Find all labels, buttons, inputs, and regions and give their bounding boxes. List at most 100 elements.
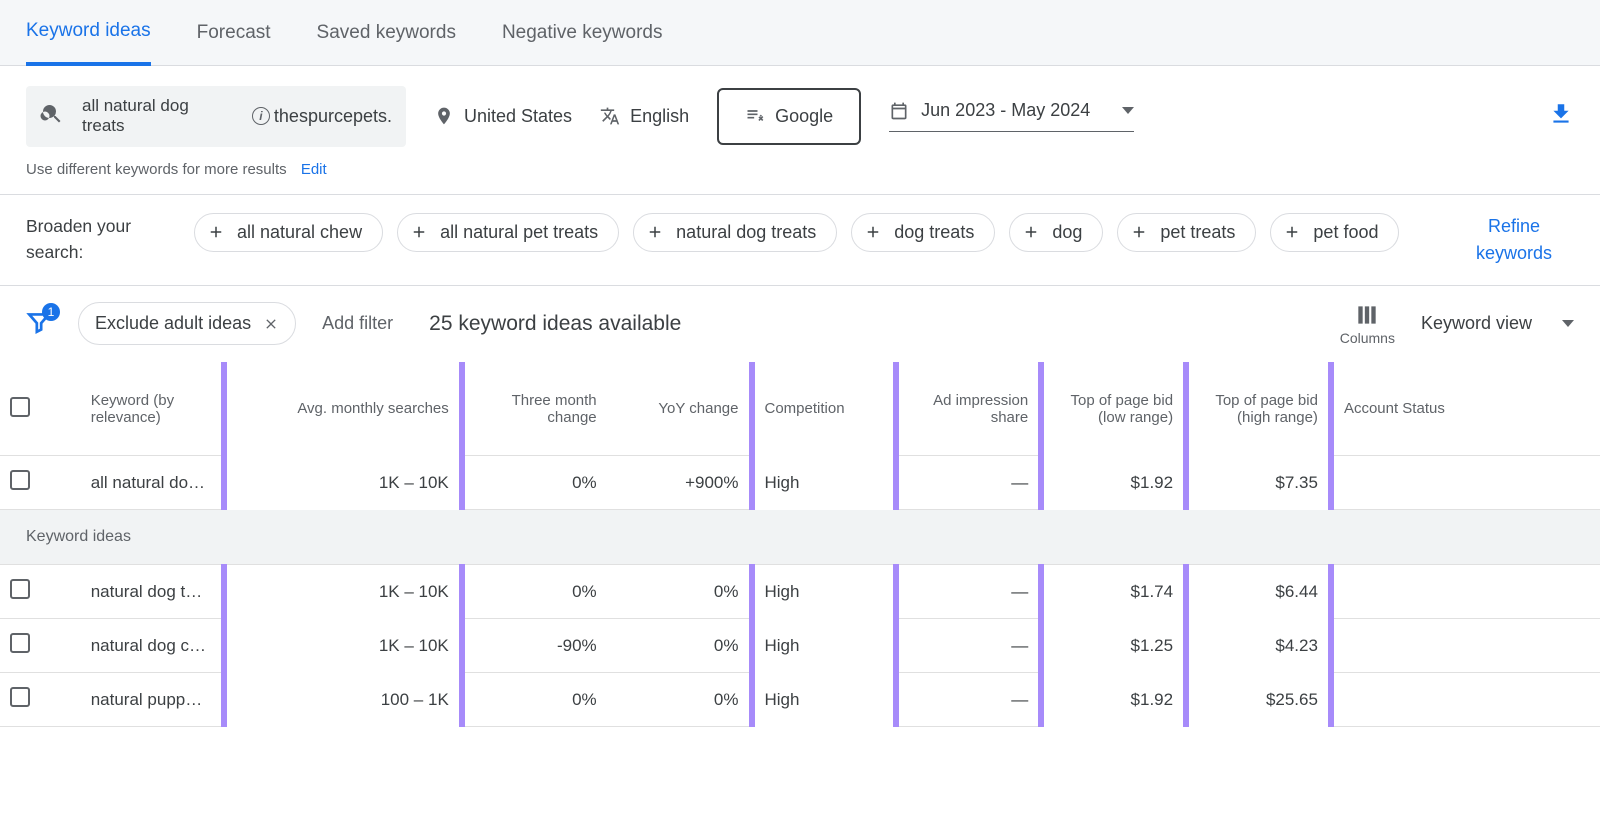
close-icon[interactable] <box>263 316 279 332</box>
tab-negative-keywords[interactable]: Negative keywords <box>502 2 663 64</box>
col-keyword[interactable]: Keyword (by relevance) <box>81 362 224 456</box>
chip-label: pet treats <box>1160 222 1235 243</box>
download-button[interactable] <box>1548 101 1574 131</box>
network-label: Google <box>775 106 833 127</box>
keywords-table: Keyword (by relevance) Avg. monthly sear… <box>0 362 1600 728</box>
col-yoy[interactable]: YoY change <box>607 362 752 456</box>
tab-keyword-ideas[interactable]: Keyword ideas <box>26 0 151 66</box>
col-avg-searches[interactable]: Avg. monthly searches <box>224 362 462 456</box>
network-selector[interactable]: Google <box>717 88 861 145</box>
broaden-chips: all natural chew all natural pet treats na… <box>194 213 1426 252</box>
location-icon <box>434 106 454 126</box>
account-status-cell <box>1331 673 1600 727</box>
three-month-cell: -90% <box>462 619 607 673</box>
translate-icon <box>600 106 620 126</box>
competition-cell: High <box>752 565 897 619</box>
broaden-chip[interactable]: pet food <box>1270 213 1399 252</box>
yoy-cell: +900% <box>607 456 752 510</box>
broaden-chip[interactable]: dog <box>1009 213 1103 252</box>
impression-cell: — <box>896 456 1041 510</box>
competition-cell: High <box>752 456 897 510</box>
search-icon <box>40 102 64 130</box>
yoy-cell: 0% <box>607 565 752 619</box>
columns-button[interactable]: Columns <box>1340 302 1395 346</box>
col-competition[interactable]: Competition <box>752 362 897 456</box>
impression-cell: — <box>896 619 1041 673</box>
top-tabs: Keyword ideas Forecast Saved keywords Ne… <box>0 0 1600 66</box>
location-selector[interactable]: United States <box>434 106 572 127</box>
bid-low-cell: $1.25 <box>1041 619 1186 673</box>
tab-forecast[interactable]: Forecast <box>197 2 271 64</box>
bid-high-cell: $6.44 <box>1186 565 1331 619</box>
table-row[interactable]: natural dog c…1K – 10K-90%0%High—$1.25$4… <box>0 619 1600 673</box>
edit-link[interactable]: Edit <box>301 161 327 178</box>
select-all-checkbox[interactable] <box>10 397 30 417</box>
search-input[interactable]: all natural dog treats <box>82 96 234 137</box>
competition-cell: High <box>752 619 897 673</box>
three-month-cell: 0% <box>462 565 607 619</box>
site-filter[interactable]: i thespurcepets. <box>252 106 392 127</box>
site-label: thespurcepets. <box>274 106 392 127</box>
tab-saved-keywords[interactable]: Saved keywords <box>317 2 456 64</box>
row-checkbox[interactable] <box>10 687 30 707</box>
hint-text: Use different keywords for more results <box>26 161 287 178</box>
language-selector[interactable]: English <box>600 106 689 127</box>
yoy-cell: 0% <box>607 619 752 673</box>
broaden-chip[interactable]: natural dog treats <box>633 213 837 252</box>
exclude-label: Exclude adult ideas <box>95 313 251 334</box>
info-icon: i <box>252 107 270 125</box>
hint-row: Use different keywords for more results … <box>0 155 1600 195</box>
bid-high-cell: $4.23 <box>1186 619 1331 673</box>
yoy-cell: 0% <box>607 673 752 727</box>
ideas-count: 25 keyword ideas available <box>429 312 681 336</box>
table-row[interactable]: natural pupp…100 – 1K0%0%High—$1.92$25.6… <box>0 673 1600 727</box>
network-icon <box>745 106 765 126</box>
parameter-row: all natural dog treats i thespurcepets. … <box>0 66 1600 155</box>
avg-searches-cell: 1K – 10K <box>224 565 462 619</box>
filter-row: 1 Exclude adult ideas Add filter 25 keyw… <box>0 286 1600 362</box>
col-account-status[interactable]: Account Status <box>1331 362 1600 456</box>
bid-low-cell: $1.92 <box>1041 673 1186 727</box>
col-impression-share[interactable]: Ad impression share <box>896 362 1041 456</box>
col-three-month[interactable]: Three month change <box>462 362 607 456</box>
plus-icon <box>207 223 225 241</box>
col-bid-low[interactable]: Top of page bid (low range) <box>1041 362 1186 456</box>
table-row[interactable]: all natural do…1K – 10K0%+900%High—$1.92… <box>0 456 1600 510</box>
broaden-chip[interactable]: pet treats <box>1117 213 1256 252</box>
impression-cell: — <box>896 565 1041 619</box>
chip-label: all natural pet treats <box>440 222 598 243</box>
col-bid-high[interactable]: Top of page bid (high range) <box>1186 362 1331 456</box>
search-box[interactable]: all natural dog treats i thespurcepets. <box>26 86 406 147</box>
plus-icon <box>1130 223 1148 241</box>
chip-label: dog treats <box>894 222 974 243</box>
broaden-chip[interactable]: all natural pet treats <box>397 213 619 252</box>
filter-count-badge: 1 <box>42 303 60 321</box>
plus-icon <box>1022 223 1040 241</box>
refine-keywords-link[interactable]: Refine keywords <box>1454 213 1574 267</box>
competition-cell: High <box>752 673 897 727</box>
row-checkbox[interactable] <box>10 470 30 490</box>
keyword-cell: natural dog c… <box>91 636 211 656</box>
calendar-icon <box>889 101 909 121</box>
chip-label: pet food <box>1313 222 1378 243</box>
keyword-view-dropdown[interactable]: Keyword view <box>1421 313 1574 334</box>
bid-high-cell: $7.35 <box>1186 456 1331 510</box>
table-row[interactable]: natural dog t…1K – 10K0%0%High—$1.74$6.4… <box>0 565 1600 619</box>
broaden-row: Broaden your search: all natural chewall… <box>0 195 1600 286</box>
row-checkbox[interactable] <box>10 579 30 599</box>
columns-icon <box>1354 302 1380 328</box>
plus-icon <box>1283 223 1301 241</box>
three-month-cell: 0% <box>462 456 607 510</box>
add-filter-button[interactable]: Add filter <box>322 313 393 334</box>
avg-searches-cell: 1K – 10K <box>224 456 462 510</box>
broaden-chip[interactable]: all natural chew <box>194 213 383 252</box>
chevron-down-icon <box>1122 107 1134 114</box>
location-label: United States <box>464 106 572 127</box>
filter-button[interactable]: 1 <box>26 309 52 339</box>
three-month-cell: 0% <box>462 673 607 727</box>
row-checkbox[interactable] <box>10 633 30 653</box>
exclude-adult-pill[interactable]: Exclude adult ideas <box>78 302 296 345</box>
date-range-selector[interactable]: Jun 2023 - May 2024 <box>889 100 1134 132</box>
broaden-chip[interactable]: dog treats <box>851 213 995 252</box>
avg-searches-cell: 100 – 1K <box>224 673 462 727</box>
